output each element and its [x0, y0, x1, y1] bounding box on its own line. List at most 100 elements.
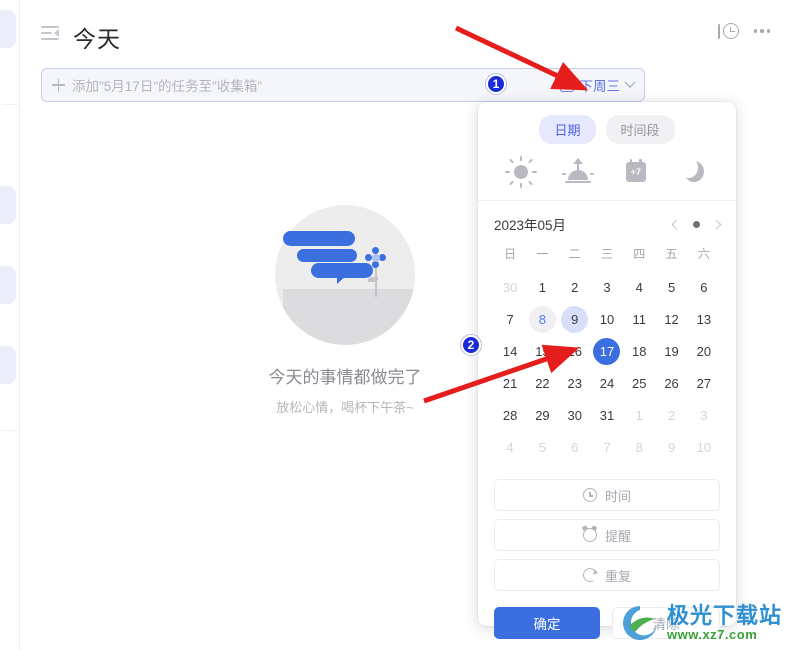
calendar-day[interactable]: 3 [593, 274, 620, 301]
calendar-cell[interactable]: 9 [559, 303, 591, 335]
calendar-cell[interactable]: 22 [526, 367, 558, 399]
calendar-day[interactable]: 27 [690, 370, 717, 397]
calendar-cell[interactable]: 10 [591, 303, 623, 335]
calendar-day[interactable]: 30 [561, 402, 588, 429]
calendar-cell[interactable]: 3 [591, 271, 623, 303]
calendar-cell[interactable]: 1 [623, 399, 655, 431]
reminder-option-button[interactable]: 提醒 [494, 519, 720, 551]
calendar-cell[interactable]: 21 [494, 367, 526, 399]
calendar-day[interactable]: 31 [593, 402, 620, 429]
calendar-day[interactable]: 8 [528, 305, 556, 333]
calendar-cell[interactable]: 15 [526, 335, 558, 367]
sidebar-item-2[interactable] [0, 186, 16, 224]
calendar-day[interactable]: 7 [593, 434, 620, 461]
calendar-day[interactable]: 23 [561, 370, 588, 397]
calendar-day[interactable]: 4 [497, 434, 524, 461]
calendar-day[interactable]: 20 [690, 338, 717, 365]
today-dot-icon[interactable] [693, 220, 700, 228]
calendar-day[interactable]: 10 [593, 306, 620, 333]
calendar-day[interactable]: 6 [561, 434, 588, 461]
calendar-plus-7-icon[interactable]: +7 [619, 155, 653, 189]
calendar-day[interactable]: 28 [497, 402, 524, 429]
calendar-day[interactable]: 11 [626, 306, 653, 333]
calendar-cell[interactable]: 28 [494, 399, 526, 431]
sidebar-item-4[interactable] [0, 346, 16, 384]
calendar-day[interactable]: 6 [690, 274, 717, 301]
calendar-day[interactable]: 29 [529, 402, 556, 429]
calendar-day[interactable]: 21 [497, 370, 524, 397]
add-task-row[interactable]: 添加"5月17日"的任务至"收集箱" 下周三 [41, 68, 645, 102]
calendar-day[interactable]: 9 [561, 305, 589, 333]
calendar-cell[interactable]: 4 [623, 271, 655, 303]
calendar-cell[interactable]: 7 [591, 431, 623, 463]
calendar-cell[interactable]: 1 [526, 271, 558, 303]
calendar-day[interactable]: 22 [529, 370, 556, 397]
calendar-day[interactable]: 26 [658, 370, 685, 397]
calendar-cell[interactable]: 9 [655, 431, 687, 463]
calendar-day[interactable]: 1 [626, 402, 653, 429]
calendar-cell[interactable]: 31 [591, 399, 623, 431]
sun-icon[interactable] [504, 155, 538, 189]
calendar-cell[interactable]: 20 [688, 335, 720, 367]
confirm-button[interactable]: 确定 [494, 607, 600, 639]
calendar-cell[interactable]: 2 [655, 399, 687, 431]
sidebar-item-1[interactable] [0, 10, 16, 48]
calendar-day[interactable]: 15 [529, 338, 556, 365]
calendar-cell[interactable]: 8 [526, 303, 558, 335]
calendar-cell[interactable]: 12 [655, 303, 687, 335]
calendar-cell[interactable]: 16 [559, 335, 591, 367]
calendar-cell[interactable]: 10 [688, 431, 720, 463]
calendar-cell[interactable]: 5 [655, 271, 687, 303]
more-options-icon[interactable] [753, 22, 770, 40]
calendar-day[interactable]: 16 [561, 338, 588, 365]
calendar-day[interactable]: 10 [690, 434, 717, 461]
calendar-cell[interactable]: 27 [688, 367, 720, 399]
hamburger-collapse-icon[interactable] [41, 26, 61, 40]
sunrise-icon[interactable] [561, 155, 595, 189]
calendar-day[interactable]: 14 [497, 338, 524, 365]
calendar-cell[interactable]: 30 [494, 271, 526, 303]
calendar-day[interactable]: 30 [497, 274, 524, 301]
calendar-cell[interactable]: 6 [688, 271, 720, 303]
calendar-cell[interactable]: 7 [494, 303, 526, 335]
calendar-day[interactable]: 2 [561, 274, 588, 301]
calendar-cell[interactable]: 30 [559, 399, 591, 431]
calendar-cell[interactable]: 18 [623, 335, 655, 367]
calendar-day[interactable]: 12 [658, 306, 685, 333]
calendar-cell[interactable]: 29 [526, 399, 558, 431]
calendar-day[interactable]: 5 [658, 274, 685, 301]
calendar-cell[interactable]: 17 [591, 335, 623, 367]
clock-history-icon[interactable] [717, 22, 740, 40]
time-option-button[interactable]: 时间 [494, 479, 720, 511]
calendar-day[interactable]: 3 [690, 402, 717, 429]
calendar-cell[interactable]: 23 [559, 367, 591, 399]
calendar-cell[interactable]: 14 [494, 335, 526, 367]
calendar-cell[interactable]: 4 [494, 431, 526, 463]
calendar-day[interactable]: 25 [626, 370, 653, 397]
calendar-cell[interactable]: 11 [623, 303, 655, 335]
calendar-day[interactable]: 17 [593, 337, 621, 365]
moon-icon[interactable] [676, 155, 710, 189]
tab-date[interactable]: 日期 [539, 115, 596, 144]
calendar-cell[interactable]: 24 [591, 367, 623, 399]
calendar-cell[interactable]: 3 [688, 399, 720, 431]
tab-time-range[interactable]: 时间段 [605, 115, 675, 144]
calendar-day[interactable]: 2 [658, 402, 685, 429]
calendar-cell[interactable]: 13 [688, 303, 720, 335]
calendar-cell[interactable]: 6 [559, 431, 591, 463]
calendar-day[interactable]: 7 [497, 306, 524, 333]
calendar-day[interactable]: 19 [658, 338, 685, 365]
repeat-option-button[interactable]: 重复 [494, 559, 720, 591]
calendar-day[interactable]: 1 [529, 274, 556, 301]
calendar-day[interactable]: 8 [626, 434, 653, 461]
chevron-left-icon[interactable] [671, 219, 682, 229]
calendar-cell[interactable]: 2 [559, 271, 591, 303]
chevron-right-icon[interactable] [711, 219, 722, 229]
calendar-day[interactable]: 13 [690, 306, 717, 333]
calendar-cell[interactable]: 8 [623, 431, 655, 463]
date-chip-button[interactable]: 下周三 [552, 75, 636, 95]
calendar-cell[interactable]: 26 [655, 367, 687, 399]
calendar-day[interactable]: 5 [529, 434, 556, 461]
calendar-day[interactable]: 24 [593, 370, 620, 397]
calendar-day[interactable]: 4 [626, 274, 653, 301]
